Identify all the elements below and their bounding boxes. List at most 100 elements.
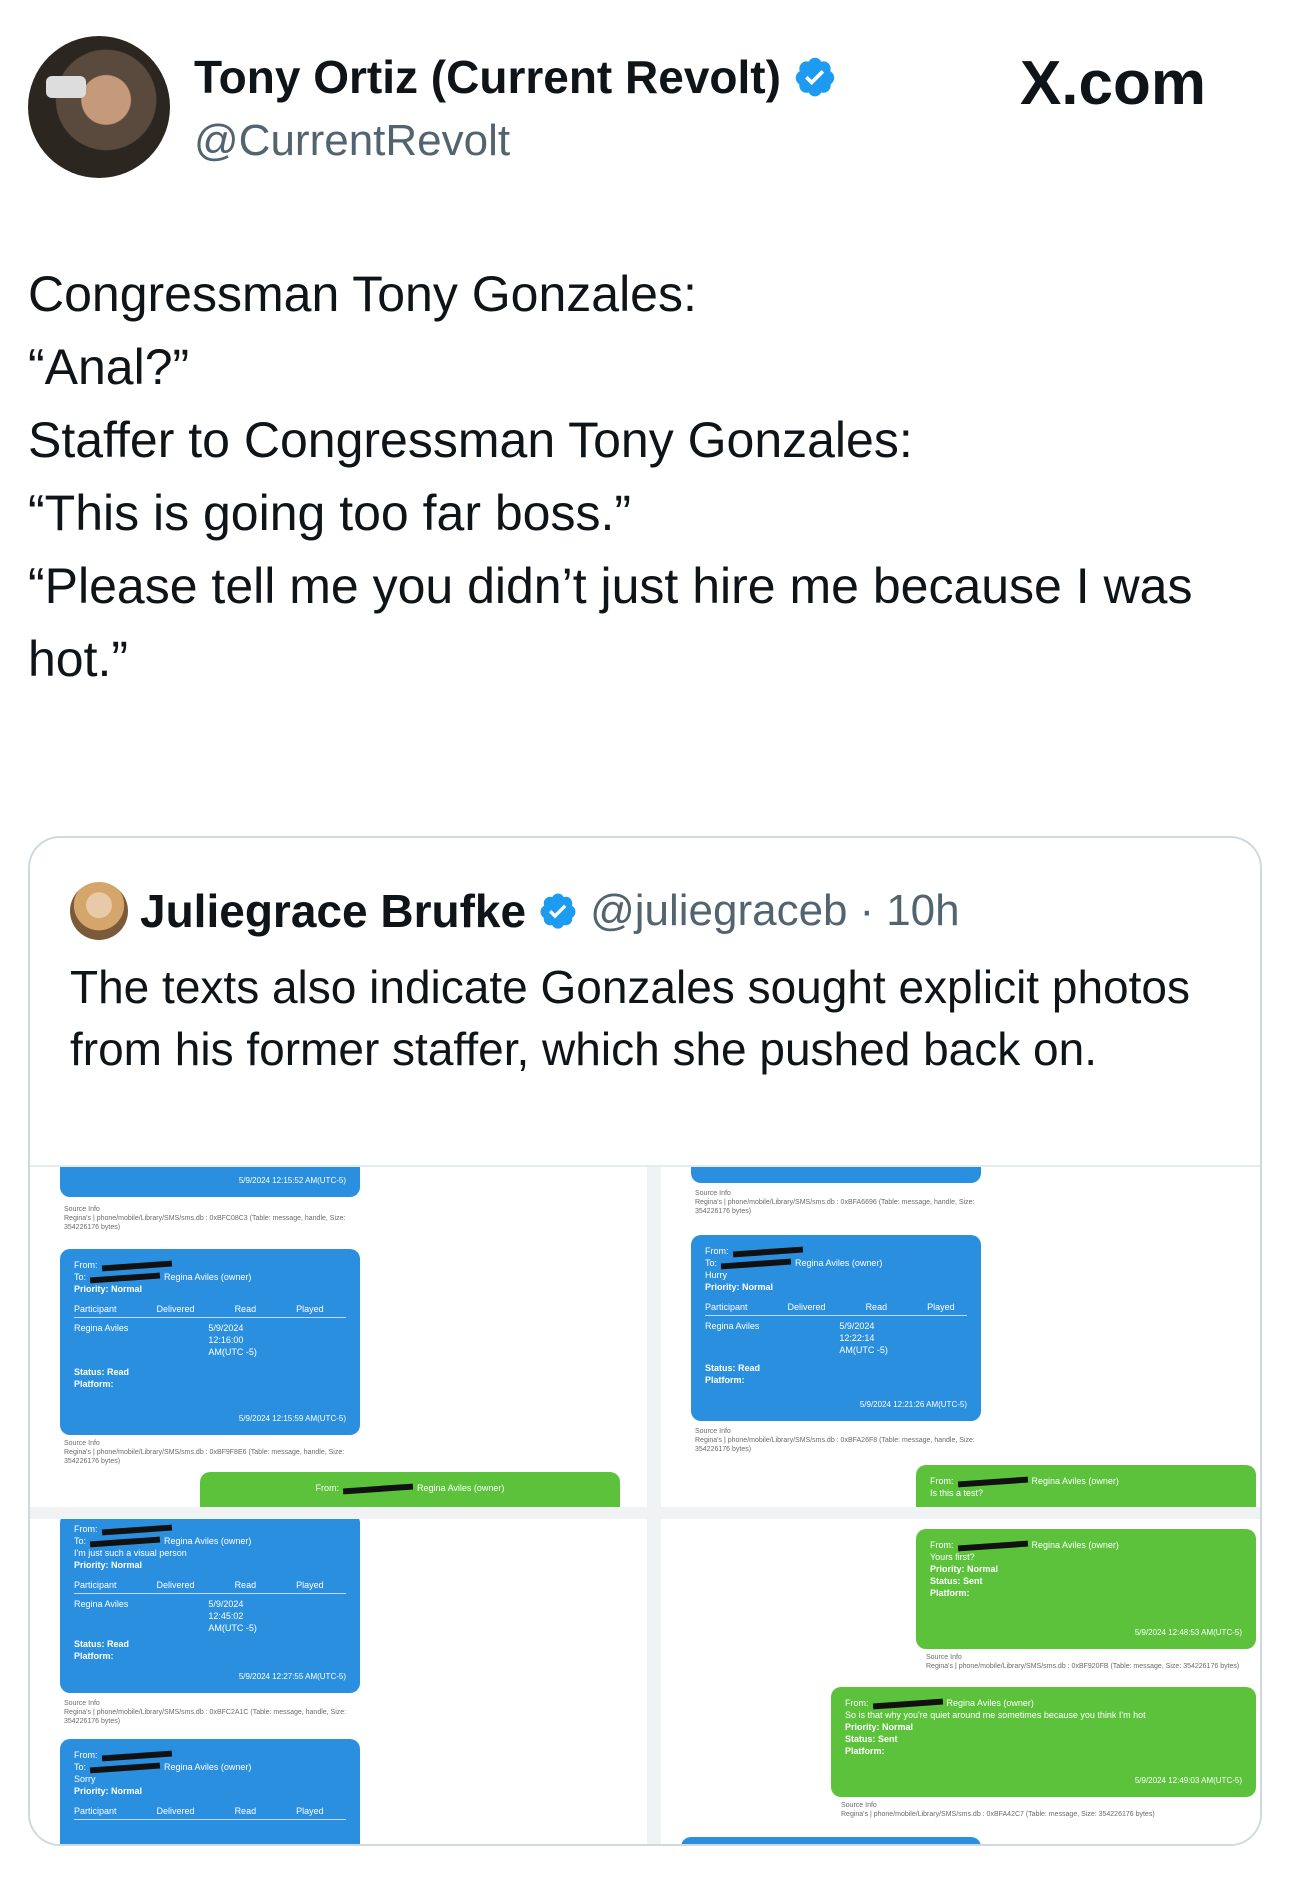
quoted-author-name[interactable]: Juliegrace Brufke xyxy=(140,884,526,938)
media-image-4[interactable]: From: Regina Aviles (owner) Yours first? … xyxy=(661,1519,1260,1844)
redaction-bar xyxy=(872,1698,943,1710)
redaction-bar xyxy=(101,1524,172,1536)
sms-bubble-blue: From: To: Regina Aviles (owner) Sorry Pri… xyxy=(60,1739,360,1844)
message-to: To: Regina Aviles (owner) xyxy=(74,1761,346,1774)
site-logo[interactable]: X.com xyxy=(1020,48,1206,119)
grid-divider xyxy=(30,1507,1260,1519)
message-body: Hurry xyxy=(705,1270,727,1280)
col-read: Read xyxy=(234,1304,257,1314)
message-platform: Platform: xyxy=(930,1588,970,1598)
message-to: To: Regina Aviles (owner) xyxy=(705,1257,967,1270)
message-timestamp: 5/9/2024 12:27:55 AM(UTC-5) xyxy=(238,1672,346,1681)
message-priority: Priority: Normal xyxy=(74,1786,143,1796)
message-body: Is this a test? xyxy=(930,1488,984,1498)
quoted-tweet-text: The texts also indicate Gonzales sought … xyxy=(70,961,1190,1075)
owner-label: Regina Aviles (owner) xyxy=(164,1272,252,1282)
verified-badge-icon xyxy=(540,893,576,929)
from-label: From: xyxy=(845,1698,869,1708)
col-delivered: Delivered xyxy=(156,1304,195,1314)
sms-bubble-green: From: Regina Aviles (owner) So is that wh… xyxy=(831,1687,1256,1797)
source-info: Source Info Regina's | phone/mobile/Libr… xyxy=(926,1654,1240,1670)
quoted-tweet-time[interactable]: 10h xyxy=(886,886,959,936)
message-body: Sorry xyxy=(74,1774,96,1784)
sms-bubble-blue xyxy=(691,1167,981,1183)
tweet-line: Staffer to Congressman Tony Gonzales: xyxy=(28,412,913,468)
col-played: Played xyxy=(927,1302,955,1312)
col-participant: Participant xyxy=(705,1302,748,1312)
quoted-author-avatar[interactable] xyxy=(70,882,128,940)
media-image-2[interactable]: Source Info Regina's | phone/mobile/Libr… xyxy=(661,1167,1260,1507)
media-image-1[interactable]: 5/9/2024 12:15:52 AM(UTC-5) Source Info … xyxy=(30,1167,647,1507)
from-label: From: xyxy=(74,1524,98,1534)
participant-name: Regina Aviles xyxy=(705,1321,760,1331)
source-info: Source Info Regina's | phone/mobile/Libr… xyxy=(64,1700,347,1725)
participant-table-header: Participant Delivered Read Played xyxy=(74,1579,346,1594)
quoted-tweet[interactable]: Juliegrace Brufke @juliegraceb · 10h The… xyxy=(28,836,1262,1846)
author-name[interactable]: Tony Ortiz (Current Revolt) xyxy=(194,50,781,104)
read-time: 5/9/2024 12:45:02 AM(UTC -5) xyxy=(208,1599,257,1633)
participant-name: Regina Aviles xyxy=(74,1599,129,1609)
message-from: From: Regina Aviles (owner) xyxy=(845,1697,1242,1710)
source-info: Source Info Regina's | phone/mobile/Libr… xyxy=(695,1190,975,1215)
col-read: Read xyxy=(234,1580,257,1590)
message-platform: Platform: xyxy=(845,1746,885,1756)
sms-bubble-green: From: Regina Aviles (owner) xyxy=(200,1472,620,1507)
message-timestamp: 5/9/2024 12:48:53 AM(UTC-5) xyxy=(1134,1628,1242,1637)
message-from: From: xyxy=(74,1749,346,1762)
message-priority: Priority: Normal xyxy=(74,1284,143,1294)
sms-bubble-blue: From: To: Regina Aviles (owner) Hurry Pri… xyxy=(691,1235,981,1421)
message-body: So is that why you're quiet around me so… xyxy=(845,1710,1146,1720)
message-body: I'm just such a visual person xyxy=(74,1548,187,1558)
message-priority: Priority: Normal xyxy=(705,1282,774,1292)
from-label: From: xyxy=(315,1483,340,1493)
read-time: 5/9/2024 12:16:00 AM(UTC -5) xyxy=(208,1323,257,1357)
redaction-bar xyxy=(342,1483,414,1495)
message-timestamp: 5/9/2024 12:21:26 AM(UTC-5) xyxy=(859,1400,967,1409)
message-to: To: Regina Aviles (owner) xyxy=(74,1535,346,1548)
message-from: From: Regina Aviles (owner) xyxy=(214,1482,606,1495)
col-participant: Participant xyxy=(74,1304,117,1314)
participant-row: Regina Aviles 5/9/2024 12:45:02 AM(UTC -… xyxy=(74,1598,346,1634)
message-status: Status: Read xyxy=(705,1363,761,1373)
from-label: From: xyxy=(74,1260,98,1270)
tweet-line: Congressman Tony Gonzales: xyxy=(28,266,697,322)
message-platform: Platform: xyxy=(74,1651,114,1661)
read-time: 5/9/2024 12:22:14 AM(UTC -5) xyxy=(839,1321,888,1355)
redaction-bar xyxy=(957,1476,1028,1488)
col-played: Played xyxy=(296,1806,324,1816)
message-from: From: Regina Aviles (owner) xyxy=(930,1475,1242,1488)
from-label: From: xyxy=(930,1476,954,1486)
from-label: From: xyxy=(930,1540,954,1550)
media-image-3[interactable]: From: To: Regina Aviles (owner) I'm just … xyxy=(30,1519,647,1844)
participant-row: Regina Aviles 5/9/2024 12:16:00 AM(UTC -… xyxy=(74,1322,346,1358)
media-grid[interactable]: 5/9/2024 12:15:52 AM(UTC-5) Source Info … xyxy=(30,1165,1260,1844)
microphone-graphic xyxy=(46,76,86,98)
quoted-author-handle[interactable]: @juliegraceb xyxy=(590,886,847,936)
message-from: From: xyxy=(74,1523,346,1536)
message-priority: Priority: Normal xyxy=(845,1722,914,1732)
sms-bubble-green: From: Regina Aviles (owner) Yours first? … xyxy=(916,1529,1256,1649)
owner-label: Regina Aviles (owner) xyxy=(946,1698,1034,1708)
site-label: X.com xyxy=(1019,49,1206,118)
participant-table-header: Participant Delivered Read Played xyxy=(705,1301,967,1316)
col-played: Played xyxy=(296,1580,324,1590)
message-status: Status: Read xyxy=(74,1639,130,1649)
message-timestamp: 5/9/2024 12:49:03 AM(UTC-5) xyxy=(1134,1776,1242,1785)
participant-row: Regina Aviles 5/9/2024 12:22:14 AM(UTC -… xyxy=(705,1320,967,1356)
sms-bubble-blue: From: To: Regina Aviles (owner) I'm just … xyxy=(60,1519,360,1693)
participant-table-header: Participant Delivered Read Played xyxy=(74,1805,346,1820)
col-delivered: Delivered xyxy=(156,1580,195,1590)
author-handle[interactable]: @CurrentRevolt xyxy=(194,116,510,166)
message-platform: Platform: xyxy=(705,1375,745,1385)
sms-bubble-blue xyxy=(681,1837,981,1844)
author-name-row: Tony Ortiz (Current Revolt) xyxy=(194,50,837,104)
message-from: From: xyxy=(705,1245,967,1258)
author-avatar[interactable] xyxy=(28,36,170,178)
redaction-bar xyxy=(89,1272,161,1284)
tweet-text: Congressman Tony Gonzales: “Anal?” Staff… xyxy=(28,258,1248,696)
source-info: Source Info Regina's | phone/mobile/Libr… xyxy=(695,1428,975,1453)
from-label: From: xyxy=(705,1246,729,1256)
col-delivered: Delivered xyxy=(787,1302,826,1312)
sms-bubble-blue: 5/9/2024 12:15:52 AM(UTC-5) xyxy=(60,1167,360,1197)
message-timestamp: 5/9/2024 12:15:52 AM(UTC-5) xyxy=(238,1176,346,1185)
